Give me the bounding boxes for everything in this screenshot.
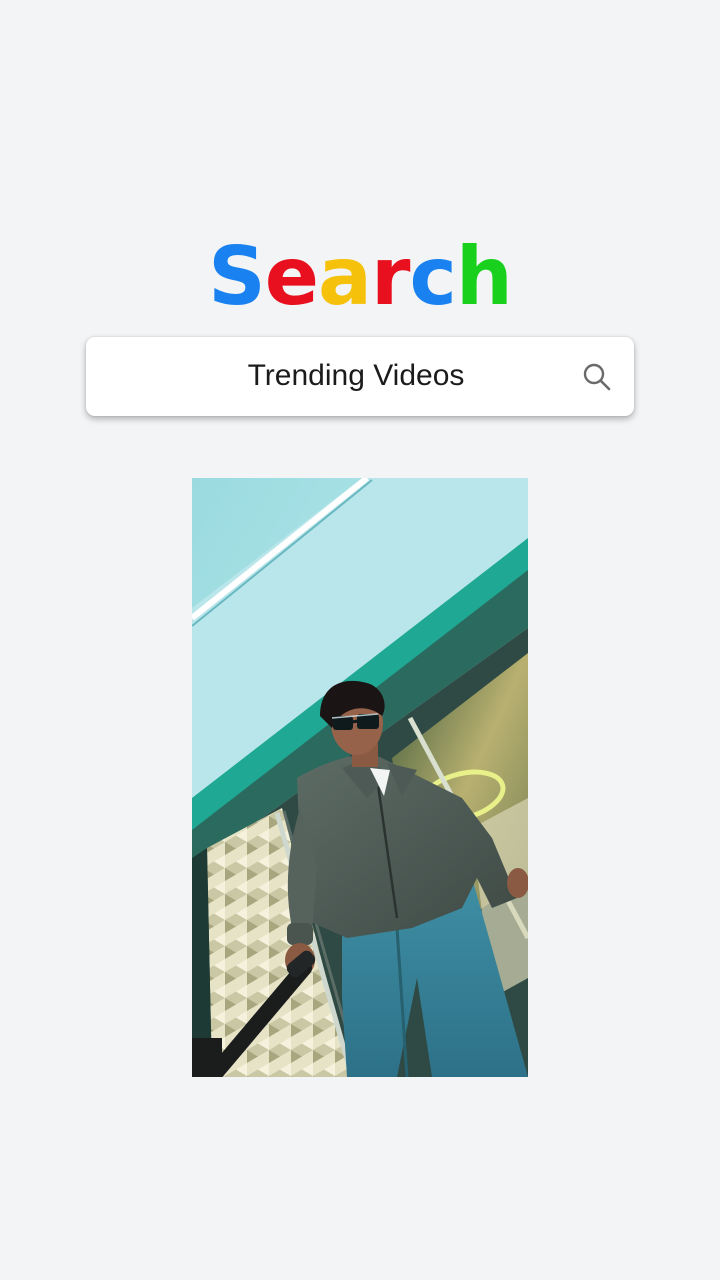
- logo-letter-c: c: [409, 230, 456, 323]
- logo-letter-e: e: [264, 230, 319, 323]
- search-bar[interactable]: Trending Videos: [86, 337, 634, 416]
- search-query[interactable]: Trending Videos: [86, 337, 626, 416]
- logo-letter-h: h: [455, 230, 513, 323]
- search-icon[interactable]: [581, 361, 613, 393]
- logo-letter-s: S: [208, 230, 266, 323]
- search-logo: Search: [0, 232, 720, 322]
- video-thumbnail[interactable]: [192, 478, 528, 1077]
- logo-letter-a: a: [318, 230, 372, 323]
- logo-letter-r: r: [371, 230, 410, 323]
